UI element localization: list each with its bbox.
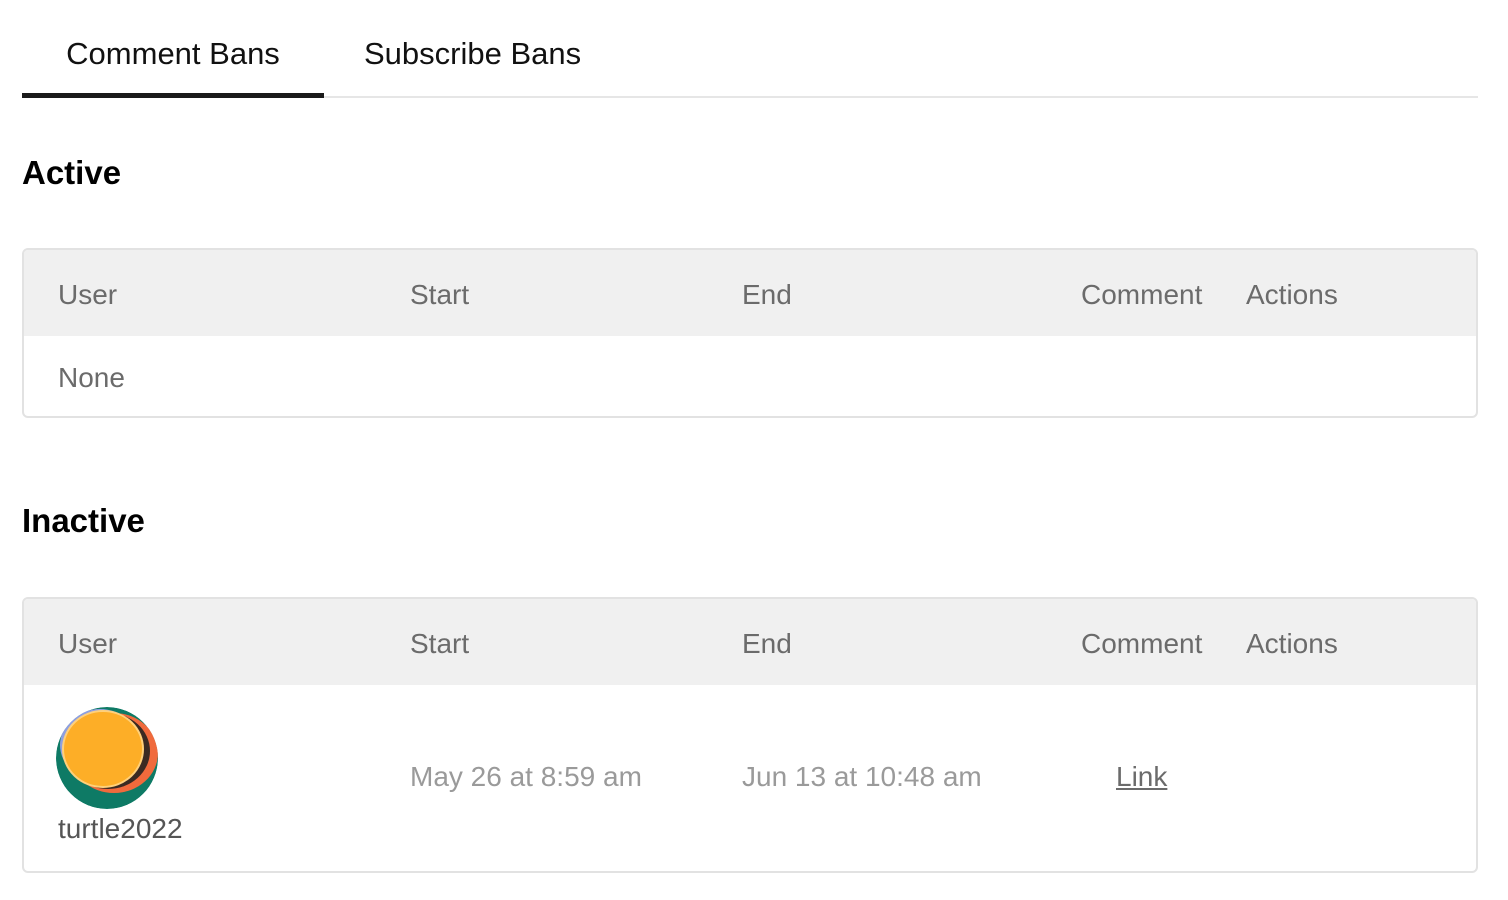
inactive-bans-table: User Start End Comment Actions turtle202… bbox=[22, 597, 1478, 873]
table-header: User Start End Comment Actions bbox=[24, 599, 1476, 685]
tab-bar: Comment Bans Subscribe Bans bbox=[22, 0, 1478, 98]
tab-comment-bans[interactable]: Comment Bans bbox=[22, 0, 324, 98]
active-section-title: Active bbox=[22, 154, 122, 191]
user-avatar-icon[interactable] bbox=[56, 707, 158, 809]
column-header-user: User bbox=[58, 279, 118, 310]
ban-end-date: Jun 13 at 10:48 am bbox=[742, 761, 982, 792]
column-header-actions: Actions bbox=[1246, 279, 1338, 310]
column-header-end: End bbox=[742, 279, 792, 310]
column-header-end: End bbox=[742, 628, 792, 659]
bans-page: Comment Bans Subscribe Bans Active User … bbox=[0, 0, 1508, 900]
username[interactable]: turtle2022 bbox=[58, 813, 183, 845]
comment-link[interactable]: Link bbox=[1116, 761, 1167, 793]
tab-subscribe-bans[interactable]: Subscribe Bans bbox=[364, 0, 588, 98]
table-row: turtle2022 May 26 at 8:59 am Jun 13 at 1… bbox=[24, 685, 1476, 871]
column-header-user: User bbox=[58, 628, 118, 659]
column-header-comment: Comment bbox=[1081, 628, 1203, 659]
empty-state-text: None bbox=[58, 362, 125, 393]
active-bans-table: User Start End Comment Actions None bbox=[22, 248, 1478, 418]
ban-start-date: May 26 at 8:59 am bbox=[410, 761, 642, 792]
column-header-comment: Comment bbox=[1081, 279, 1203, 310]
table-header: User Start End Comment Actions bbox=[24, 250, 1476, 336]
inactive-section-title: Inactive bbox=[22, 502, 145, 539]
column-header-start: Start bbox=[410, 628, 470, 659]
column-header-start: Start bbox=[410, 279, 470, 310]
column-header-actions: Actions bbox=[1246, 628, 1338, 659]
